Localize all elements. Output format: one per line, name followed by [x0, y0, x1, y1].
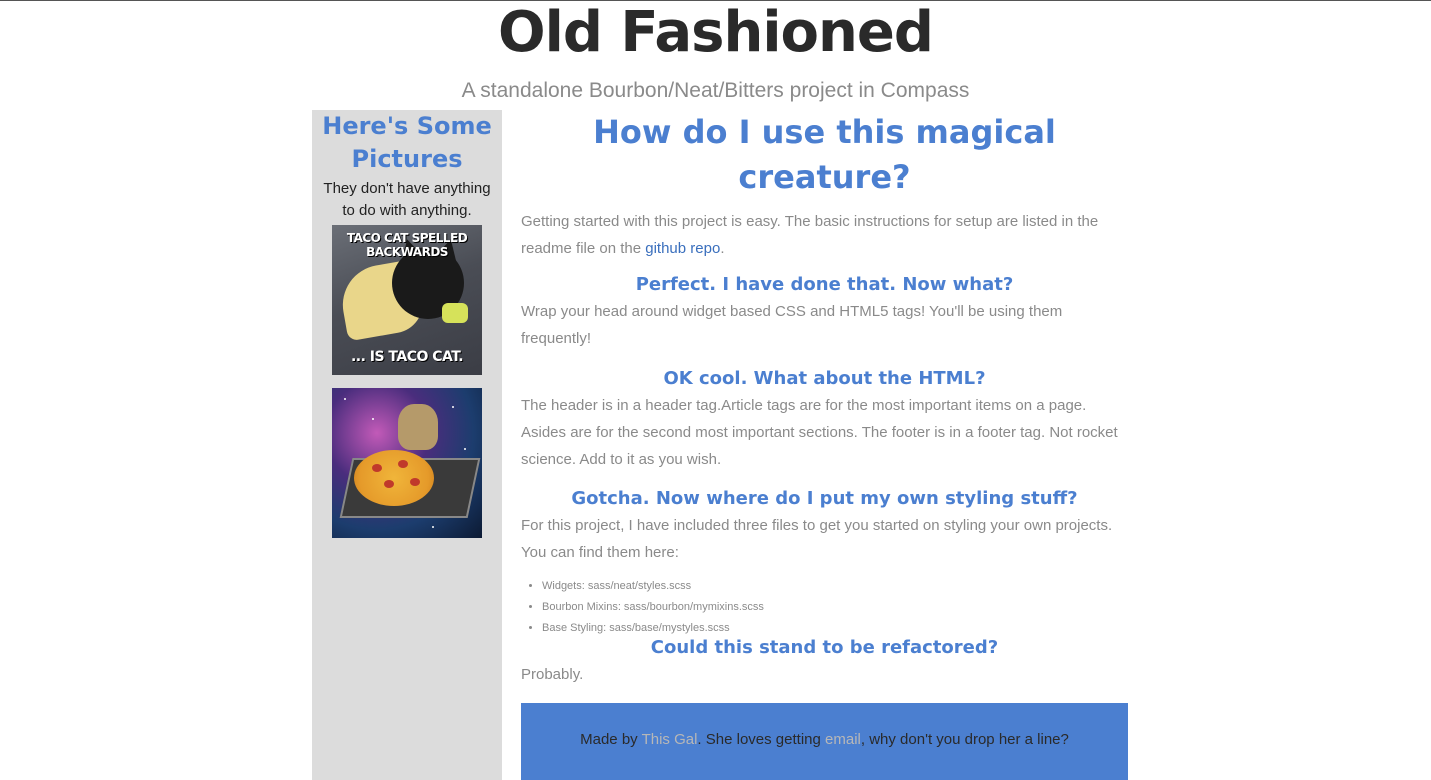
lettuce-shape	[442, 303, 468, 323]
footer: Made by This Gal. She loves getting emai…	[521, 703, 1128, 780]
list-item: Bourbon Mixins: sass/bourbon/mymixins.sc…	[542, 597, 1128, 618]
section-text: Probably.	[521, 666, 584, 683]
email-link[interactable]: email	[825, 731, 861, 748]
pizza-shape	[354, 450, 434, 506]
pepperoni-dot	[398, 460, 408, 468]
site-subtitle: A standalone Bourbon/Neat/Bitters projec…	[461, 79, 970, 102]
intro-paragraph: Getting started with this project is eas…	[521, 208, 1128, 262]
file-list: Widgets: sass/neat/styles.scss Bourbon M…	[521, 576, 1128, 639]
pepperoni-dot	[384, 480, 394, 488]
star-dot	[464, 448, 466, 450]
list-item: Widgets: sass/neat/styles.scss	[542, 576, 1128, 597]
sidebar: Here's Some Pictures They don't have any…	[312, 110, 502, 780]
section-heading: OK cool. What about the HTML?	[663, 368, 986, 389]
section-text: Wrap your head around widget based CSS a…	[521, 303, 1063, 347]
space-pizza-cat-image	[332, 388, 482, 538]
main-heading: How do I use this magical creature?	[593, 113, 1056, 196]
taco-cat-image: TACO CAT SPELLED BACKWARDS ... IS TACO C…	[332, 225, 482, 375]
section-text: For this project, I have included three …	[521, 517, 1113, 561]
main-content: How do I use this magical creature? Gett…	[521, 110, 1128, 688]
star-dot	[452, 406, 454, 408]
site-title: Old Fashioned	[498, 0, 934, 65]
intro-text: Getting started with this project is eas…	[521, 213, 1099, 257]
star-dot	[372, 418, 374, 420]
cat-shape	[398, 404, 438, 450]
footer-middle: . She loves getting	[697, 731, 826, 748]
github-repo-link[interactable]: github repo	[645, 240, 720, 257]
intro-end: .	[720, 240, 725, 257]
footer-prefix: Made by	[580, 731, 642, 748]
section-heading: Perfect. I have done that. Now what?	[635, 274, 1014, 295]
pepperoni-dot	[410, 478, 420, 486]
image-caption-bottom: ... IS TACO CAT.	[350, 349, 464, 365]
section-heading: Gotcha. Now where do I put my own stylin…	[571, 488, 1078, 509]
author-link[interactable]: This Gal	[642, 731, 698, 748]
image-caption-top: TACO CAT SPELLED BACKWARDS	[346, 231, 468, 259]
star-dot	[344, 398, 346, 400]
star-dot	[432, 526, 434, 528]
footer-suffix: , why don't you drop her a line?	[860, 731, 1069, 748]
section-text: The header is in a header tag.Article ta…	[521, 397, 1118, 468]
sidebar-title: Here's Some Pictures	[322, 112, 492, 173]
pepperoni-dot	[372, 464, 382, 472]
sidebar-subtitle: They don't have anything to do with anyt…	[323, 180, 491, 219]
